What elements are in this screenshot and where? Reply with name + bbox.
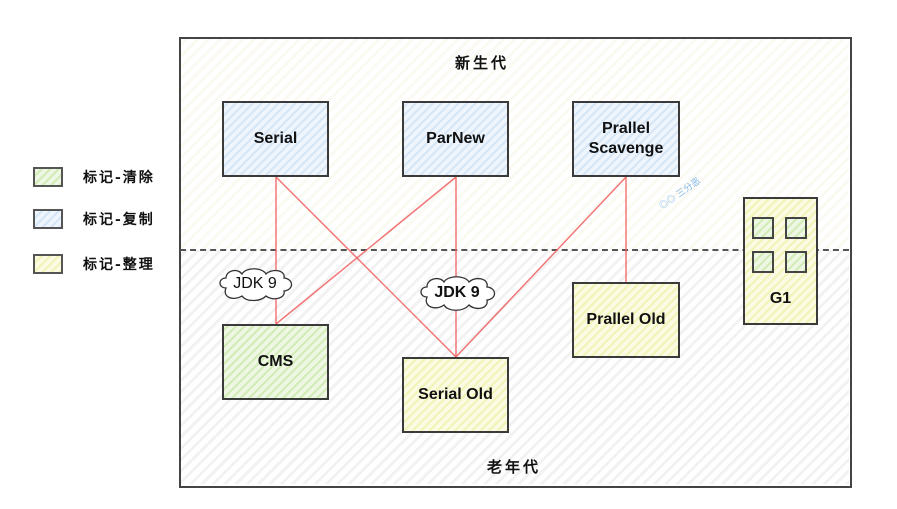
collector-serial-old-label: Serial Old [418,386,493,403]
collector-cms: CMS [222,324,329,400]
jdk9-note-left-text: JDK 9 [233,275,277,292]
jdk9-deprecated-note-left: JDK 9 [216,266,294,302]
collector-parnew: ParNew [402,101,509,177]
g1-region [752,251,774,273]
collector-serial: Serial [222,101,329,177]
legend-label: 标记-整理 [83,257,155,273]
legend-item-mark-copy: 标记-复制 [33,209,155,229]
collector-parallel-scavenge: Prallel Scavenge [572,101,680,177]
g1-region [785,217,807,239]
jdk9-note-center-text: JDK 9 [434,284,480,301]
g1-region [752,217,774,239]
g1-region [785,251,807,273]
legend-item-mark-compact: 标记-整理 [33,254,155,274]
collector-g1-label: G1 [769,290,792,307]
collector-serial-label: Serial [253,130,298,147]
legend-swatch-blue [33,209,63,229]
legend-item-mark-sweep: 标记-清除 [33,167,155,187]
legend-swatch-green [33,167,63,187]
legend-label: 标记-清除 [83,170,155,186]
gc-collector-diagram: 新生代 老年代 Serial ParNew Prallel Scavenge C… [0,0,897,509]
collector-serial-old: Serial Old [402,357,509,433]
collector-parnew-label: ParNew [426,130,485,147]
jdk9-deprecated-note-center: JDK 9 [417,274,497,312]
collector-parallel-old: Prallel Old [572,282,680,358]
collector-parallel-scavenge-label-line1: Prallel [601,120,651,137]
collector-cms-label: CMS [257,353,294,370]
collector-parallel-old-label: Prallel Old [586,311,666,328]
legend-label: 标记-复制 [83,212,155,228]
legend-swatch-yellow [33,254,63,274]
young-generation-title: 新生代 [455,54,510,72]
old-generation-title: 老年代 [487,458,542,476]
collector-parallel-scavenge-label-line2: Scavenge [588,140,664,157]
